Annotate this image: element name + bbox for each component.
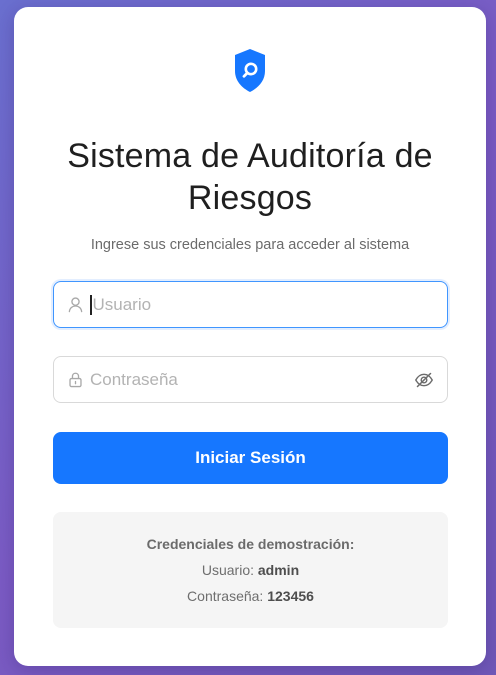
demo-password-value: 123456 — [267, 588, 314, 604]
login-card: Sistema de Auditoría de Riesgos Ingrese … — [14, 7, 486, 666]
text-caret — [90, 294, 92, 315]
demo-password-line: Contraseña: 123456 — [53, 588, 448, 604]
user-icon — [66, 296, 84, 314]
login-button[interactable]: Iniciar Sesión — [53, 432, 448, 484]
demo-credentials-box: Credenciales de demostración: Usuario: a… — [53, 512, 448, 628]
username-input[interactable] — [92, 294, 435, 315]
demo-password-label: Contraseña: — [187, 588, 268, 604]
demo-user-label: Usuario: — [201, 562, 258, 578]
demo-user-line: Usuario: admin — [53, 562, 448, 578]
demo-user-value: admin — [257, 562, 300, 578]
password-input[interactable] — [90, 369, 413, 390]
page-title: Sistema de Auditoría de Riesgos — [67, 137, 433, 217]
password-field[interactable] — [53, 356, 448, 403]
shield-search-icon — [235, 49, 265, 92]
page-subtitle: Ingrese sus credenciales para acceder al… — [90, 237, 410, 253]
username-field[interactable] — [53, 281, 448, 328]
lock-icon — [66, 371, 84, 389]
demo-heading: Credenciales de demostración: — [146, 536, 355, 552]
eye-slash-icon[interactable] — [413, 369, 435, 391]
